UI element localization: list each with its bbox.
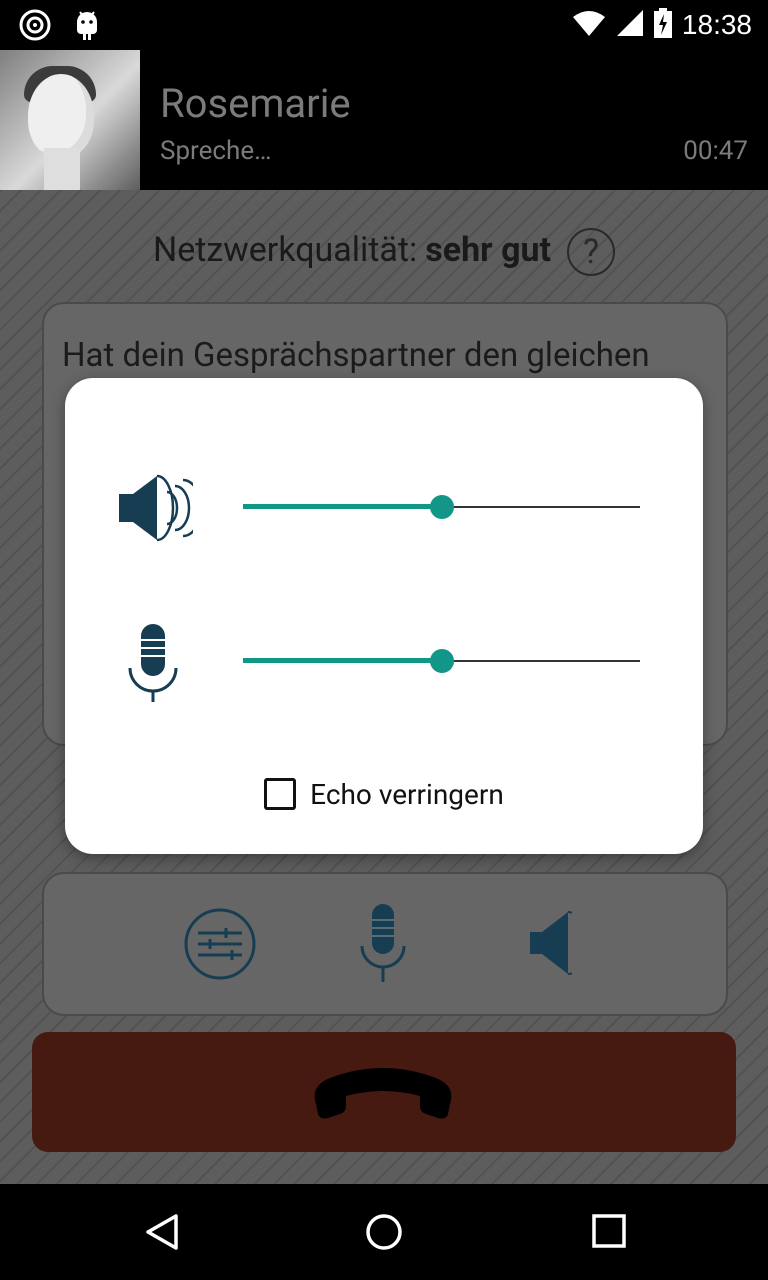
notification-icons (18, 8, 102, 46)
echo-checkbox[interactable] (264, 778, 297, 810)
recents-icon[interactable] (590, 1212, 628, 1254)
back-icon[interactable] (142, 1212, 182, 1256)
echo-label: Echo verringern (310, 777, 504, 811)
call-controls (42, 872, 728, 1016)
caller-avatar (0, 50, 140, 190)
navigation-bar (0, 1184, 768, 1280)
home-icon[interactable] (364, 1212, 404, 1256)
network-quality-value: sehr gut (425, 229, 552, 270)
call-status: Spreche… (160, 136, 272, 166)
microphone-icon[interactable] (358, 902, 408, 988)
speaker-volume-icon (117, 472, 203, 548)
signal-icon (616, 9, 644, 41)
hang-up-icon (308, 1062, 458, 1126)
help-icon[interactable]: ? (567, 228, 616, 276)
speaker-volume-slider[interactable] (243, 495, 640, 519)
clock: 18:38 (681, 9, 752, 40)
status-bar: 18:38 (0, 0, 768, 50)
speaker-icon[interactable] (528, 908, 587, 982)
android-icon (72, 8, 102, 46)
speaker-volume-row (65, 468, 703, 548)
status-right: 18:38 (572, 8, 752, 42)
mic-volume-thumb[interactable] (429, 649, 454, 673)
echo-reduction-option[interactable]: Echo verringern (65, 774, 703, 814)
wifi-icon (572, 9, 606, 41)
mic-volume-slider[interactable] (243, 649, 640, 673)
equalizer-icon[interactable] (182, 906, 258, 986)
end-call-button[interactable] (32, 1032, 736, 1152)
volume-dialog: Echo verringern (65, 378, 703, 854)
speaker-volume-thumb[interactable] (429, 495, 454, 519)
mic-volume-row (65, 622, 703, 702)
quality-question: Hat dein Gesprächspartner den gleichen (62, 336, 650, 375)
network-quality: Netzwerkqualität: sehr gut? (0, 228, 768, 276)
call-timer: 00:47 (683, 136, 748, 166)
mic-volume-icon (127, 622, 179, 708)
battery-charging-icon (653, 8, 672, 42)
call-header: Rosemarie Spreche… 00:47 (0, 50, 768, 190)
network-quality-label: Netzwerkqualität: (152, 229, 418, 270)
sync-icon (18, 8, 52, 46)
caller-name: Rosemarie (160, 80, 351, 127)
